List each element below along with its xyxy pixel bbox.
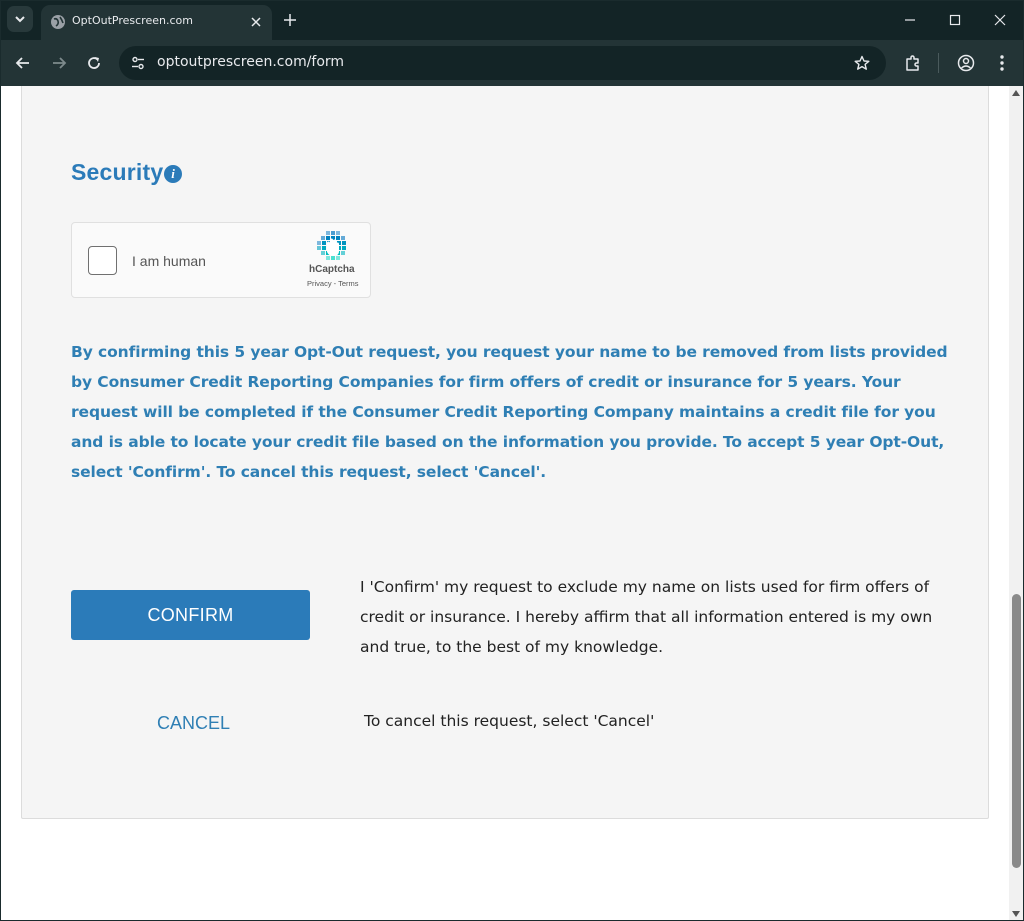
tab-title: OptOutPrescreen.com — [72, 14, 193, 27]
opt-out-notice: By confirming this 5 year Opt-Out reques… — [71, 343, 948, 481]
plus-icon — [284, 14, 296, 26]
cancel-description: To cancel this request, select 'Cancel' — [364, 712, 655, 730]
tab-bar: OptOutPrescreen.com — [0, 0, 1024, 40]
close-icon — [994, 14, 1006, 26]
globe-icon — [51, 15, 65, 29]
arrow-right-icon — [53, 57, 67, 69]
captcha-privacy-terms-links[interactable]: Privacy - Terms — [307, 279, 359, 288]
tab-search-button[interactable] — [7, 6, 33, 32]
arrow-left-icon — [15, 57, 29, 69]
reload-icon — [88, 57, 100, 69]
scroll-up-arrow-icon[interactable] — [1012, 90, 1020, 96]
scroll-down-arrow-icon[interactable] — [1012, 911, 1020, 917]
captcha-label: I am human — [132, 253, 206, 269]
chevron-down-icon — [15, 16, 25, 23]
profile-button[interactable] — [955, 52, 977, 74]
minimize-icon — [905, 19, 915, 21]
page-viewport: Security i I am human hCaptcha Privacy -… — [0, 86, 1009, 921]
maximize-button[interactable] — [945, 10, 965, 30]
confirm-description: I 'Confirm' my request to exclude my nam… — [360, 578, 933, 656]
back-button[interactable] — [12, 52, 34, 74]
close-window-button[interactable] — [990, 10, 1010, 30]
tune-icon — [132, 56, 144, 70]
browser-menu-button[interactable] — [991, 52, 1013, 74]
site-info-button[interactable] — [128, 53, 148, 73]
close-icon — [251, 17, 261, 27]
close-tab-button[interactable] — [247, 13, 265, 31]
account-circle-icon — [957, 54, 975, 72]
cancel-link[interactable]: CANCEL — [157, 713, 230, 734]
toolbar-divider — [938, 53, 939, 73]
reload-button[interactable] — [83, 52, 105, 74]
puzzle-icon — [906, 55, 919, 71]
bookmark-button[interactable] — [852, 53, 872, 73]
captcha-brand: hCaptcha — [309, 264, 355, 275]
new-tab-button[interactable] — [280, 10, 300, 30]
star-icon — [854, 55, 870, 70]
browser-toolbar: optoutprescreen.com/form — [0, 40, 1024, 86]
info-icon[interactable]: i — [164, 165, 182, 183]
extensions-button[interactable] — [902, 52, 924, 74]
page-scrollbar[interactable] — [1009, 86, 1024, 921]
hcaptcha-logo-icon — [317, 231, 346, 260]
forward-button[interactable] — [48, 52, 70, 74]
more-vertical-icon — [1000, 55, 1004, 71]
captcha-checkbox[interactable] — [88, 246, 117, 275]
browser-tab[interactable]: OptOutPrescreen.com — [41, 5, 272, 40]
confirm-button[interactable]: CONFIRM — [71, 590, 310, 640]
scroll-thumb[interactable] — [1012, 594, 1021, 868]
minimize-button[interactable] — [900, 10, 920, 30]
form-card: Security i I am human hCaptcha Privacy -… — [21, 86, 989, 819]
security-heading: Security — [71, 159, 164, 185]
url-text[interactable]: optoutprescreen.com/form — [157, 54, 344, 70]
address-bar[interactable]: optoutprescreen.com/form — [119, 46, 886, 80]
hcaptcha-widget: I am human hCaptcha Privacy - Terms — [71, 222, 371, 298]
maximize-icon — [949, 14, 961, 26]
